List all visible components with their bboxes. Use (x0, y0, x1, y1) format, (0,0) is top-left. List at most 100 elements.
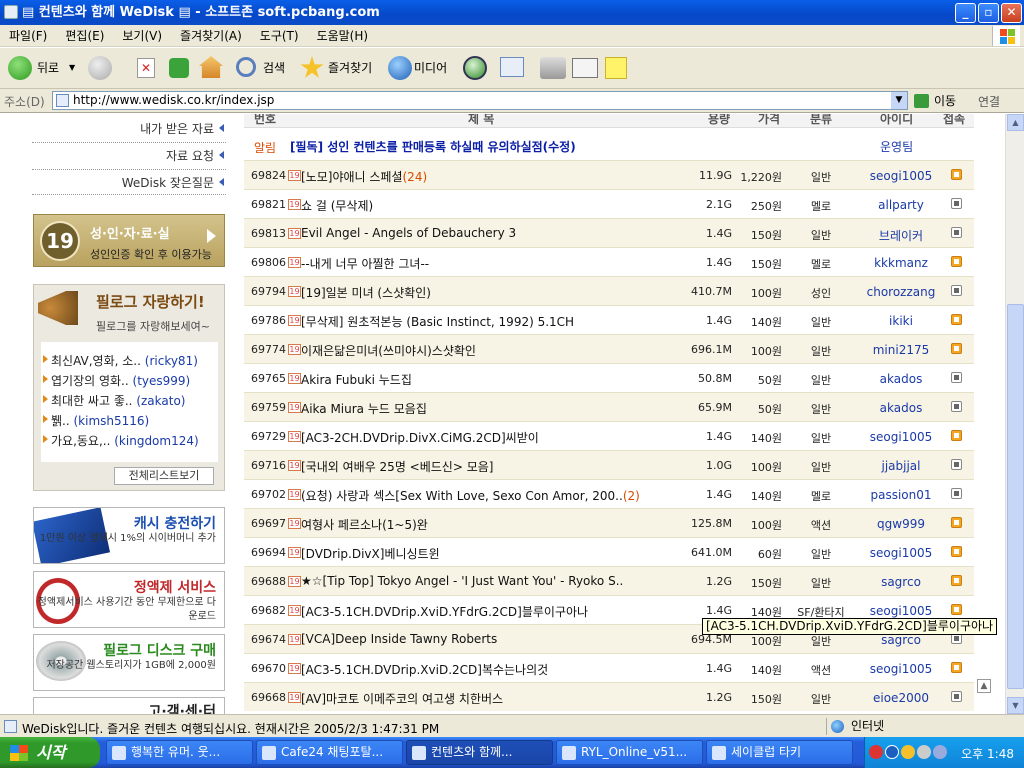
print-icon[interactable] (540, 57, 566, 79)
view-all-list-button[interactable]: 전체리스트보기 (114, 467, 214, 485)
comment-count[interactable]: (24) (403, 170, 428, 184)
notice-user[interactable]: 운영팀 (880, 138, 913, 155)
start-button[interactable]: 시작 (0, 737, 100, 768)
go-button[interactable]: 이동 (914, 92, 956, 110)
refresh-icon[interactable] (169, 58, 189, 78)
scroll-top-icon[interactable]: ▲ (977, 679, 991, 693)
row-title-text[interactable]: 쇼 걸 (무삭제) (301, 199, 373, 213)
media-globe-icon[interactable] (388, 56, 412, 80)
table-row[interactable]: 69729 19 [AC3-2CH.DVDrip.DivX.CiMG.2CD]씨받이… (244, 421, 974, 450)
row-title[interactable]: [국내외 여배우 25명 <베드신> 모음] (301, 458, 493, 475)
task-ryl[interactable]: RYL_Online_v51... (556, 740, 703, 765)
row-title-text[interactable]: ★☆[Tip Top] Tokyo Angel - 'I Just Want Y… (301, 574, 623, 588)
table-row[interactable]: 69786 19 [무삭제] 원초적본능 (Basic Instinct, 1992… (244, 305, 974, 334)
adult-content-banner[interactable]: 19 성·인·자·료·실 성인인증 확인 후 이용가능 (33, 214, 225, 267)
table-row[interactable]: 69821 19 쇼 걸 (무삭제) 2.1G 250원 멜로 allparty (244, 189, 974, 218)
customer-center-banner[interactable]: 고·객·센·터 (33, 697, 225, 714)
task-humor[interactable]: 행복한 유머. 웃... (106, 740, 253, 765)
tray-arrow-icon[interactable] (885, 745, 899, 759)
row-user[interactable]: mini2175 (856, 343, 946, 357)
row-title-text[interactable]: [AC3-5.1CH.DVDrip.XviD.2CD]복수는나의것 (301, 663, 548, 677)
forward-arrow-icon[interactable] (88, 56, 112, 80)
close-button[interactable]: ✕ (1001, 3, 1022, 23)
row-title[interactable]: [DVDrip.DivX]베니싱트윈 (301, 545, 440, 562)
row-user[interactable]: seogi1005 (856, 169, 946, 183)
row-title-text[interactable]: Aika Miura 누드 모음집 (301, 402, 427, 416)
table-row[interactable]: 69806 19 --내게 너무 아찔한 그녀-- 1.4G 150원 멜로 kkkmanz (244, 247, 974, 276)
home-icon[interactable] (199, 56, 223, 78)
menu-file[interactable]: 파일(F) (0, 25, 56, 47)
row-title[interactable]: [VCA]Deep Inside Tawny Roberts (301, 632, 497, 646)
vertical-scrollbar[interactable]: ▲ ▼ (1005, 114, 1024, 714)
table-row[interactable]: 69759 19 Aika Miura 누드 모음집 65.9M 50원 일반 akados (244, 392, 974, 421)
row-user[interactable]: jjabjjal (856, 459, 946, 473)
brag-item[interactable]: 엽기장의 영화.. (tyes999) (42, 372, 190, 389)
tray-messenger-icon[interactable] (901, 745, 915, 759)
row-user[interactable]: akados (856, 372, 946, 386)
table-row[interactable]: 69694 19 [DVDrip.DivX]베니싱트윈 641.0M 60원 일반 seog… (244, 537, 974, 566)
row-title[interactable]: [노모]야애니 스페셜(24) (301, 168, 427, 185)
row-title-text[interactable]: 여형사 페르소나(1~5)완 (301, 518, 428, 532)
back-dropdown-icon[interactable]: ▼ (69, 54, 75, 82)
row-title-text[interactable]: Akira Fubuki 누드집 (301, 373, 412, 387)
table-row[interactable]: 69688 19 ★☆[Tip Top] Tokyo Angel - 'I Just… (244, 566, 974, 595)
scroll-thumb[interactable] (1007, 304, 1024, 689)
disk-purchase-banner[interactable]: 필로그 디스크 구매 저장공간 웹스토리지가 1GB에 2,000원 (33, 634, 225, 691)
row-title-text[interactable]: [국내외 여배우 25명 <베드신> 모음] (301, 460, 493, 474)
menu-favorites[interactable]: 즐겨찾기(A) (171, 25, 251, 47)
row-user[interactable]: seogi1005 (856, 546, 946, 560)
menu-edit[interactable]: 편집(E) (56, 25, 113, 47)
history-icon[interactable] (463, 56, 487, 80)
row-title[interactable]: [무삭제] 원초적본능 (Basic Instinct, 1992) 5.1CH (301, 313, 574, 330)
row-title[interactable]: 쇼 걸 (무삭제) (301, 197, 373, 214)
brag-item[interactable]: 최신AV,영화, 소.. (ricky81) (43, 352, 198, 369)
row-title[interactable]: [AC3-2CH.DVDrip.DivX.CiMG.2CD]씨받이 (301, 429, 539, 446)
row-user[interactable]: sagrco (856, 633, 946, 647)
media-button[interactable]: 미디어 (414, 54, 447, 82)
stop-icon[interactable]: ✕ (137, 58, 155, 78)
flat-rate-banner[interactable]: 정액제 서비스 정액제서비스 사용기간 동안 무제한으로 다운로드 (33, 571, 225, 628)
links-button[interactable]: 연결 (978, 93, 1000, 110)
task-sayclub[interactable]: 세이클럽 타키 (706, 740, 853, 765)
row-title-text[interactable]: [AC3-5.1CH.DVDrip.XviD.YFdrG.2CD]블루이구아나 (301, 605, 588, 619)
search-icon[interactable] (236, 57, 256, 77)
row-user[interactable]: seogi1005 (856, 662, 946, 676)
row-title-text[interactable]: 이재은닮은미녀(쓰미야시)스샷확인 (301, 344, 476, 358)
favorites-star-icon[interactable] (300, 56, 324, 78)
scroll-up-icon[interactable]: ▲ (1007, 114, 1024, 131)
row-title-text[interactable]: --내게 너무 아찔한 그녀-- (301, 257, 429, 271)
brag-item[interactable]: 가요,동요,.. (kingdom124) (43, 432, 199, 449)
row-user[interactable]: eioe2000 (856, 691, 946, 705)
address-input[interactable]: http://www.wedisk.co.kr/index.jsp ▼ (52, 91, 908, 110)
row-title[interactable]: [AV]마코토 이메주코의 여고생 치한버스 (301, 690, 503, 707)
edit-icon[interactable] (572, 58, 598, 78)
tray-volume-icon[interactable] (933, 745, 947, 759)
maximize-button[interactable]: ▫ (978, 3, 999, 23)
row-user[interactable]: seogi1005 (856, 430, 946, 444)
table-row[interactable]: 69668 19 [AV]마코토 이메주코의 여고생 치한버스 1.2G 150원 일반 e… (244, 682, 974, 711)
table-row[interactable]: 69794 19 [19]일본 미녀 (스샷확인) 410.7M 100원 성인 choro… (244, 276, 974, 305)
row-title[interactable]: [19]일본 미녀 (스샷확인) (301, 284, 431, 301)
tray-network-icon[interactable] (917, 745, 931, 759)
row-title[interactable]: [AC3-5.1CH.DVDrip.XviD.YFdrG.2CD]블루이구아나 (301, 603, 588, 620)
row-title-text[interactable]: [AC3-2CH.DVDrip.DivX.CiMG.2CD]씨받이 (301, 431, 539, 445)
cash-charge-banner[interactable]: 캐시 충전하기 1만원 이상 결제시 1%의 시이버머니 추가 (33, 507, 225, 564)
row-user[interactable]: ikiki (856, 314, 946, 328)
row-user[interactable]: 브레이커 (856, 227, 946, 244)
row-user[interactable]: passion01 (856, 488, 946, 502)
back-button[interactable]: 뒤로 (37, 54, 59, 82)
task-cafe24[interactable]: Cafe24 채팅포탈... (256, 740, 403, 765)
row-title[interactable]: 이재은닮은미녀(쓰미야시)스샷확인 (301, 342, 476, 359)
table-row[interactable]: 69774 19 이재은닮은미녀(쓰미야시)스샷확인 696.1M 100원 일반 mini… (244, 334, 974, 363)
row-title[interactable]: (요청) 사랑과 섹스[Sex With Love, Sexo Con Amor… (301, 487, 640, 504)
minimize-button[interactable]: _ (955, 3, 976, 23)
discuss-note-icon[interactable] (605, 57, 627, 79)
row-title[interactable]: Aika Miura 누드 모음집 (301, 400, 427, 417)
notice-row[interactable]: 알림 [필독] 성인 컨텐츠를 판매등록 하실때 유의하실점(수정) 운영팀 (244, 134, 974, 160)
row-user[interactable]: chorozzang (856, 285, 946, 299)
row-user[interactable]: seogi1005 (856, 604, 946, 618)
mail-icon[interactable] (500, 57, 524, 77)
row-title-text[interactable]: [AV]마코토 이메주코의 여고생 치한버스 (301, 692, 503, 706)
row-title[interactable]: ★☆[Tip Top] Tokyo Angel - 'I Just Want Y… (301, 574, 623, 588)
table-row[interactable]: 69813 19 Evil Angel - Angels of Debauchery… (244, 218, 974, 247)
